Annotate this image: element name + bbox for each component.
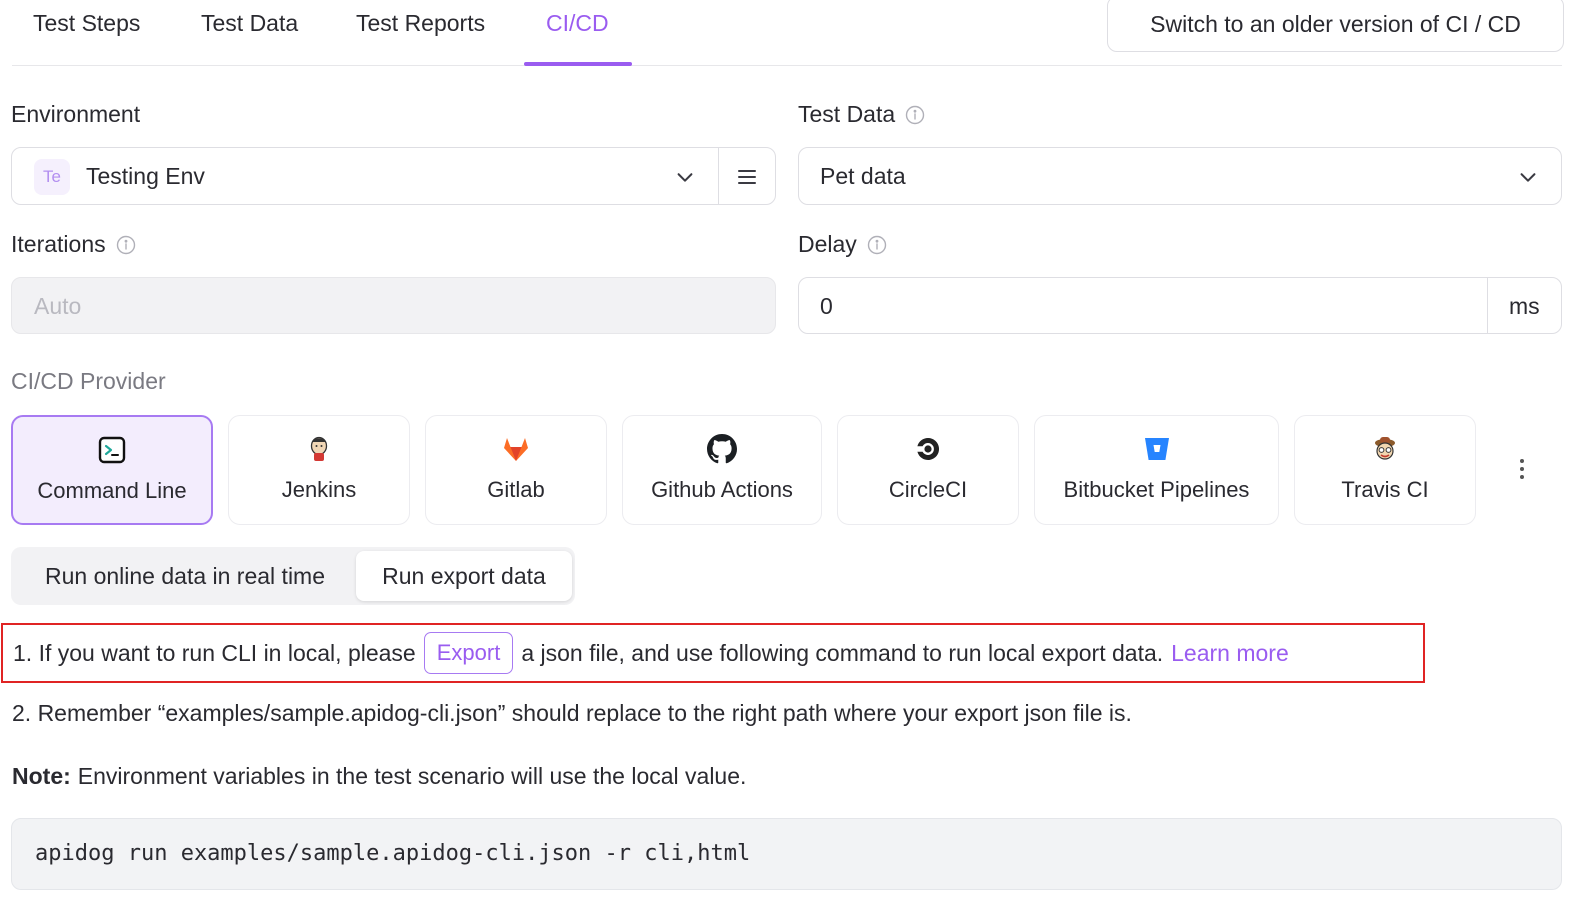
test-data-select[interactable]: Pet data [798, 147, 1562, 205]
provider-label-jenkins: Jenkins [281, 477, 357, 502]
run-mode-segmented-control: Run online data in real time Run export … [11, 547, 575, 605]
environment-select[interactable]: Te Testing Env [11, 147, 776, 205]
provider-github-actions[interactable]: Github Actions [622, 415, 822, 525]
provider-label-bitbucket-pipelines: Bitbucket Pipelines [1063, 477, 1250, 502]
circleci-icon [917, 437, 940, 460]
delay-label: Delay [798, 231, 887, 258]
provider-label-travis-ci: Travis CI [1341, 477, 1429, 502]
iterations-placeholder: Auto [34, 293, 82, 319]
tab-test-data[interactable]: Test Data [201, 10, 298, 37]
instruction-1-suffix: a json file, and use following command t… [521, 639, 1164, 666]
iterations-input[interactable]: Auto [11, 277, 776, 334]
more-vertical-icon[interactable] [1510, 455, 1534, 485]
delay-label-text: Delay [798, 231, 857, 257]
tab-test-reports[interactable]: Test Reports [356, 10, 485, 37]
instruction-1-prefix: 1. If you want to run CLI in local, plea… [13, 639, 416, 666]
note-label: Note: [12, 763, 71, 789]
provider-label-github-actions: Github Actions [651, 477, 793, 502]
provider-travis-ci[interactable]: Travis CI [1294, 415, 1476, 525]
provider-jenkins[interactable]: Jenkins [228, 415, 410, 525]
iterations-label: Iterations [11, 231, 136, 258]
menu-icon[interactable] [734, 165, 760, 189]
test-data-label: Test Data [798, 101, 925, 128]
environment-label-text: Environment [11, 101, 141, 127]
provider-bitbucket-pipelines[interactable]: Bitbucket Pipelines [1034, 415, 1279, 525]
delay-input[interactable]: 0 ms [798, 277, 1562, 334]
environment-label: Environment [11, 101, 140, 128]
provider-label-text: CI/CD Provider [11, 368, 166, 394]
command-text: apidog run examples/sample.apidog-cli.js… [35, 841, 751, 866]
iterations-label-text: Iterations [11, 231, 106, 257]
note-body: Environment variables in the test scenar… [77, 763, 747, 789]
test-data-value: Pet data [820, 163, 906, 189]
instruction-line-2: 2. Remember “examples/sample.apidog-cli.… [12, 700, 1132, 726]
tab-test-steps[interactable]: Test Steps [33, 10, 140, 37]
provider-label-command-line: Command Line [37, 478, 187, 503]
command-code-block[interactable]: apidog run examples/sample.apidog-cli.js… [11, 818, 1562, 890]
info-icon [116, 235, 135, 254]
provider-command-line[interactable]: Command Line [11, 415, 213, 525]
provider-circleci[interactable]: CircleCI [837, 415, 1019, 525]
provider-label-gitlab: Gitlab [487, 477, 545, 502]
jenkins-icon [310, 436, 328, 461]
delay-value: 0 [820, 293, 833, 319]
gitlab-icon [504, 438, 528, 461]
delay-divider [1487, 278, 1488, 333]
info-icon [905, 105, 925, 124]
export-button[interactable]: Export [423, 632, 514, 674]
provider-gitlab[interactable]: Gitlab [425, 415, 607, 525]
chevron-down-icon [1520, 173, 1536, 182]
run-export-option[interactable]: Run export data [356, 551, 572, 601]
instruction-line-1: 1. If you want to run CLI in local, plea… [13, 632, 1289, 674]
active-tab-indicator [524, 62, 632, 66]
github-icon [707, 434, 737, 464]
note-text: Note: Environment variables in the test s… [12, 763, 746, 790]
switch-older-version-button[interactable]: Switch to an older version of CI / CD [1107, 0, 1564, 52]
travis-icon [1375, 437, 1395, 460]
tab-ci-cd[interactable]: CI/CD [546, 10, 609, 37]
provider-label: CI/CD Provider [11, 368, 166, 395]
delay-unit: ms [1509, 293, 1540, 319]
tab-bar: Test Steps Test Data Test Reports CI/CD … [12, 0, 1564, 66]
environment-divider [718, 148, 719, 204]
info-icon [867, 235, 887, 254]
bitbucket-icon [1144, 438, 1169, 460]
terminal-icon [98, 436, 126, 464]
test-data-label-text: Test Data [798, 101, 896, 127]
learn-more-link[interactable]: Learn more [1171, 640, 1289, 667]
provider-label-circleci: CircleCI [888, 477, 968, 502]
run-online-option[interactable]: Run online data in real time [15, 551, 355, 601]
chevron-down-icon [677, 173, 693, 182]
environment-value: Testing Env [86, 163, 205, 189]
environment-badge: Te [34, 159, 70, 195]
